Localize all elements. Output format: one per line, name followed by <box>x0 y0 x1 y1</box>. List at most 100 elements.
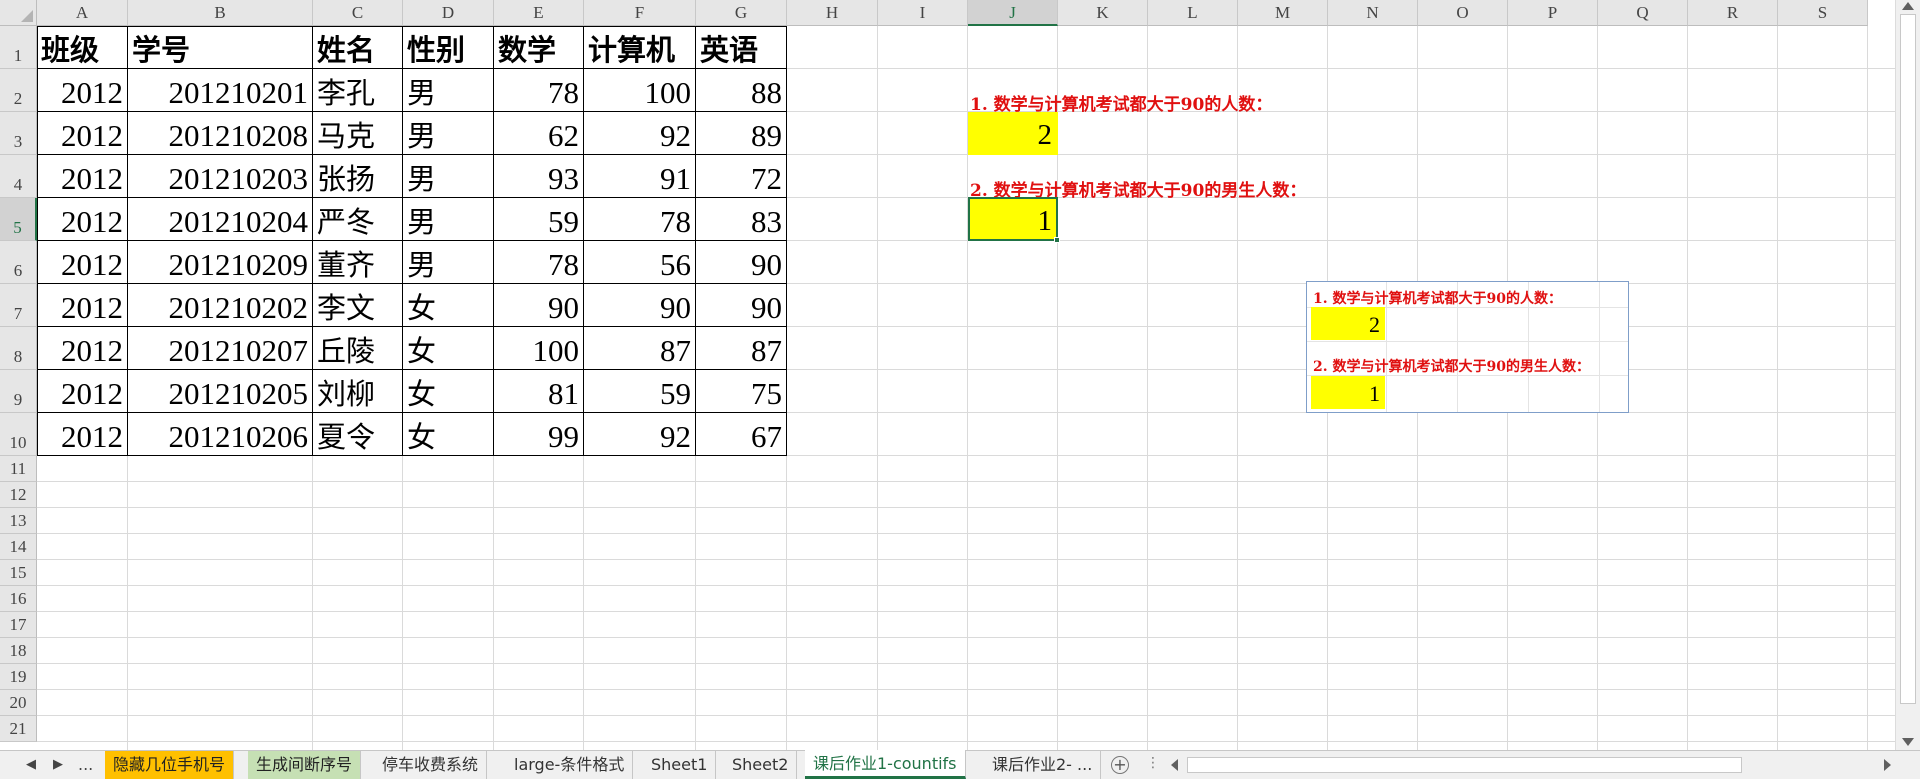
more-sheets-ellipsis[interactable]: ... <box>78 755 93 774</box>
sheet-tab[interactable]: 课后作业2- ... <box>984 751 1102 779</box>
sheet-tab[interactable]: Sheet1 <box>643 751 717 779</box>
table-cell[interactable]: 2012 <box>37 155 128 198</box>
table-cell[interactable]: 董齐 <box>313 241 403 284</box>
table-cell[interactable]: 78 <box>494 241 584 284</box>
table-cell[interactable]: 78 <box>584 198 696 241</box>
fill-handle[interactable] <box>1054 237 1060 243</box>
table-cell[interactable]: 56 <box>584 241 696 284</box>
table-cell[interactable]: 90 <box>696 241 787 284</box>
sheet-tab[interactable]: large-条件格式 <box>506 751 634 779</box>
column-header-e[interactable]: E <box>494 0 584 26</box>
table-cell[interactable]: 严冬 <box>313 198 403 241</box>
tab-split-handle-icon[interactable]: ⋮ <box>1146 755 1160 771</box>
scroll-down-arrow-icon[interactable] <box>1902 738 1914 746</box>
row-header-7[interactable]: 7 <box>0 284 37 327</box>
row-header-18[interactable]: 18 <box>0 638 37 664</box>
column-header-l[interactable]: L <box>1148 0 1238 26</box>
scroll-up-arrow-icon[interactable] <box>1902 2 1914 10</box>
table-cell[interactable]: 75 <box>696 370 787 413</box>
scroll-right-arrow-icon[interactable] <box>1884 759 1891 771</box>
row-header-13[interactable]: 13 <box>0 508 37 534</box>
table-cell[interactable]: 张扬 <box>313 155 403 198</box>
column-header-g[interactable]: G <box>696 0 787 26</box>
table-cell[interactable]: 81 <box>494 370 584 413</box>
row-header-10[interactable]: 10 <box>0 413 37 456</box>
table-cell[interactable]: 刘柳 <box>313 370 403 413</box>
row-header-17[interactable]: 17 <box>0 612 37 638</box>
table-cell[interactable]: 89 <box>696 112 787 155</box>
table-cell[interactable]: 男 <box>403 155 494 198</box>
table-cell[interactable]: 2012 <box>37 413 128 456</box>
table-cell[interactable]: 83 <box>696 198 787 241</box>
answer-1-cell[interactable]: 2 <box>968 112 1058 155</box>
table-cell[interactable]: 92 <box>584 413 696 456</box>
column-header-s[interactable]: S <box>1778 0 1868 26</box>
table-cell[interactable]: 201210208 <box>128 112 313 155</box>
row-header-4[interactable]: 4 <box>0 155 37 198</box>
column-header-h[interactable]: H <box>787 0 878 26</box>
column-header-m[interactable]: M <box>1238 0 1328 26</box>
table-cell[interactable]: 100 <box>494 327 584 370</box>
sheet-tab[interactable]: 隐藏几位手机号 <box>105 751 235 779</box>
table-cell[interactable]: 男 <box>403 198 494 241</box>
table-cell[interactable]: 201210209 <box>128 241 313 284</box>
row-header-5[interactable]: 5 <box>0 198 37 241</box>
select-all-corner[interactable] <box>0 0 37 26</box>
next-sheet-arrow-icon[interactable]: ▶ <box>53 757 63 772</box>
table-cell[interactable]: 男 <box>403 112 494 155</box>
table-cell[interactable]: 2012 <box>37 241 128 284</box>
table-cell[interactable]: 201210207 <box>128 327 313 370</box>
table-cell[interactable]: 女 <box>403 413 494 456</box>
column-header-d[interactable]: D <box>403 0 494 26</box>
table-cell[interactable]: 2012 <box>37 198 128 241</box>
column-header-b[interactable]: B <box>128 0 313 26</box>
table-cell[interactable]: 201210201 <box>128 69 313 112</box>
sheet-tab[interactable]: 停车收费系统 <box>374 751 488 779</box>
table-cell[interactable]: 夏令 <box>313 413 403 456</box>
table-cell[interactable]: 201210205 <box>128 370 313 413</box>
table-cell[interactable]: 91 <box>584 155 696 198</box>
horizontal-scrollbar[interactable] <box>1167 755 1895 775</box>
table-header-cell[interactable]: 数学 <box>494 26 584 69</box>
table-cell[interactable]: 59 <box>494 198 584 241</box>
table-cell[interactable]: 丘陵 <box>313 327 403 370</box>
row-header-2[interactable]: 2 <box>0 69 37 112</box>
row-header-12[interactable]: 12 <box>0 482 37 508</box>
spreadsheet-grid[interactable]: ABCDEFGHIJKLMNOPQRS 1 2 3 4 5 6 7 8 9 10 11 12 13 14 1… <box>0 0 1920 750</box>
table-cell[interactable]: 90 <box>584 284 696 327</box>
column-header-q[interactable]: Q <box>1598 0 1688 26</box>
table-header-cell[interactable]: 姓名 <box>313 26 403 69</box>
horizontal-scroll-thumb[interactable] <box>1187 757 1742 773</box>
table-cell[interactable]: 李文 <box>313 284 403 327</box>
column-header-f[interactable]: F <box>584 0 696 26</box>
table-cell[interactable]: 88 <box>696 69 787 112</box>
sheet-tab[interactable]: 课后作业1-countifs <box>805 750 966 779</box>
row-header-1[interactable]: 1 <box>0 26 37 69</box>
vertical-scroll-thumb[interactable] <box>1900 14 1916 704</box>
row-header-19[interactable]: 19 <box>0 664 37 690</box>
sheet-tab[interactable]: Sheet2 <box>724 751 798 779</box>
table-cell[interactable]: 78 <box>494 69 584 112</box>
table-header-cell[interactable]: 性别 <box>403 26 494 69</box>
sheet-tab[interactable]: 生成间断序号 <box>248 751 362 779</box>
row-header-6[interactable]: 6 <box>0 241 37 284</box>
row-header-11[interactable]: 11 <box>0 456 37 482</box>
row-header-8[interactable]: 8 <box>0 327 37 370</box>
table-header-cell[interactable]: 英语 <box>696 26 787 69</box>
table-cell[interactable]: 92 <box>584 112 696 155</box>
table-cell[interactable]: 2012 <box>37 284 128 327</box>
table-cell[interactable]: 2012 <box>37 327 128 370</box>
table-cell[interactable]: 2012 <box>37 370 128 413</box>
table-cell[interactable]: 2012 <box>37 69 128 112</box>
table-cell[interactable]: 马克 <box>313 112 403 155</box>
table-cell[interactable]: 100 <box>584 69 696 112</box>
row-header-9[interactable]: 9 <box>0 370 37 413</box>
table-cell[interactable]: 201210204 <box>128 198 313 241</box>
table-cell[interactable]: 72 <box>696 155 787 198</box>
table-cell[interactable]: 93 <box>494 155 584 198</box>
column-header-c[interactable]: C <box>313 0 403 26</box>
column-header-r[interactable]: R <box>1688 0 1778 26</box>
column-header-n[interactable]: N <box>1328 0 1418 26</box>
row-header-3[interactable]: 3 <box>0 112 37 155</box>
table-cell[interactable]: 201210203 <box>128 155 313 198</box>
